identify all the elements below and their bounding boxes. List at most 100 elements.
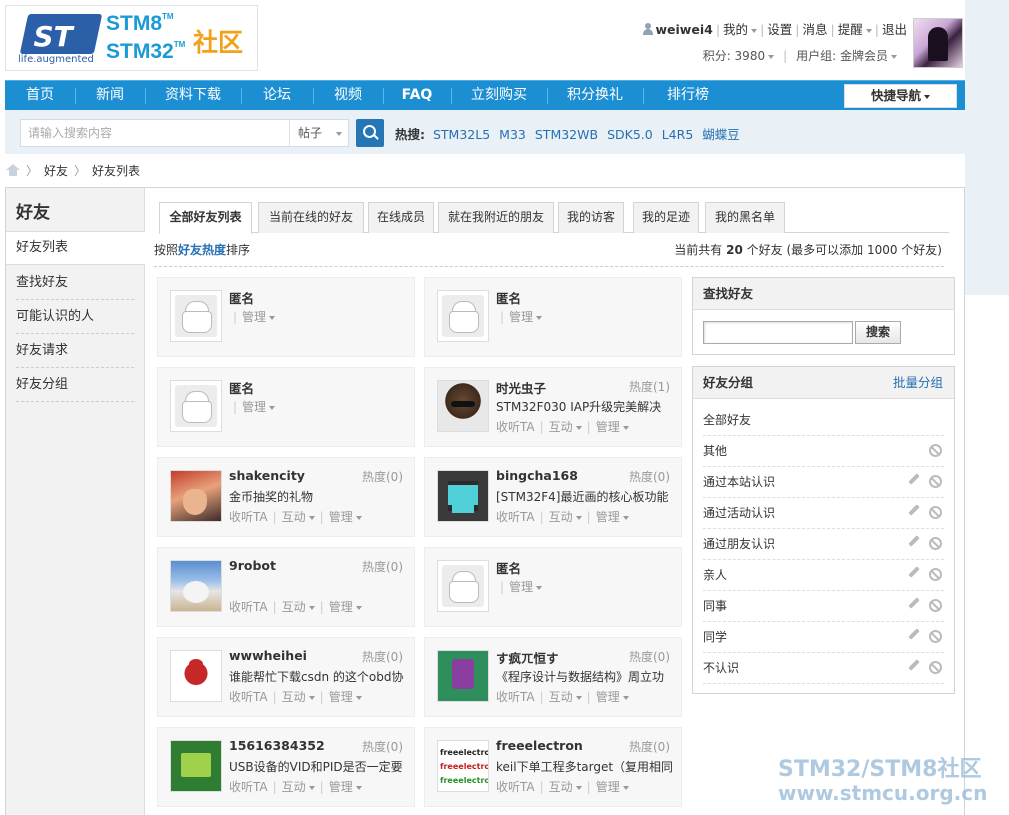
nav-downloads[interactable]: 资料下载 <box>155 81 231 111</box>
nav-faq[interactable]: FAQ <box>393 81 441 111</box>
group-item[interactable]: 亲人 <box>703 560 944 591</box>
hot-tag[interactable]: STM32L5 <box>433 127 490 142</box>
interact-menu[interactable]: 互动 <box>549 420 582 434</box>
group-item[interactable]: 同学 <box>703 622 944 653</box>
settings-link[interactable]: 设置 <box>767 22 792 37</box>
pencil-icon[interactable] <box>908 628 920 640</box>
friend-latest-post[interactable]: USB设备的VID和PID是否一定要 <box>229 758 405 775</box>
friend-name[interactable]: bingcha168 <box>496 468 578 483</box>
user-avatar[interactable] <box>913 18 963 68</box>
nav-video[interactable]: 视频 <box>323 81 373 111</box>
ban-icon[interactable] <box>929 444 942 457</box>
ban-icon[interactable] <box>929 475 942 488</box>
pencil-icon[interactable] <box>908 597 920 609</box>
hot-tag[interactable]: 蝴蝶豆 <box>702 127 740 142</box>
manage-menu[interactable]: 管理 <box>329 600 362 614</box>
friend-name[interactable]: 15616384352 <box>229 738 325 753</box>
friend-name[interactable]: freeelectron <box>496 738 583 753</box>
my-menu[interactable]: 我的 <box>723 22 758 37</box>
hot-tag[interactable]: STM32WB <box>535 127 598 142</box>
anonymous-avatar[interactable] <box>437 290 489 342</box>
quick-nav-button[interactable]: 快捷导航 <box>844 84 957 108</box>
follow-link[interactable]: 收听TA <box>229 690 268 704</box>
follow-link[interactable]: 收听TA <box>229 510 268 524</box>
points-menu[interactable]: 积分: 3980 <box>703 49 775 63</box>
interact-menu[interactable]: 互动 <box>282 690 315 704</box>
ban-icon[interactable] <box>929 661 942 674</box>
friend-name[interactable]: 匿名 <box>229 378 254 397</box>
pencil-icon[interactable] <box>908 504 920 516</box>
hot-tag[interactable]: L4R5 <box>662 127 694 142</box>
cat-avatar[interactable] <box>170 560 222 612</box>
sort-key-link[interactable]: 好友热度 <box>178 243 226 257</box>
anonymous-avatar[interactable] <box>170 380 222 432</box>
interact-menu[interactable]: 互动 <box>282 780 315 794</box>
group-item[interactable]: 通过朋友认识 <box>703 529 944 560</box>
site-logo[interactable]: ST life.augmented STM8TM STM32TM 社区 <box>5 5 258 71</box>
nav-ranking[interactable]: 排行榜 <box>653 81 723 111</box>
pencil-icon[interactable] <box>908 566 920 578</box>
group-all-friends[interactable]: 全部好友 <box>703 405 944 436</box>
tab-online-members[interactable]: 在线成员 <box>368 202 434 233</box>
friend-name[interactable]: 匿名 <box>496 558 521 577</box>
anonymous-avatar[interactable] <box>170 290 222 342</box>
username-link[interactable]: weiwei4 <box>656 22 713 37</box>
friend-name[interactable]: 时光虫子 <box>496 378 546 397</box>
manage-menu[interactable]: 管理 <box>329 510 362 524</box>
interact-menu[interactable]: 互动 <box>549 510 582 524</box>
tab-all-friends[interactable]: 全部好友列表 <box>159 202 252 234</box>
toy-avatar[interactable] <box>170 650 222 702</box>
manage-menu[interactable]: 管理 <box>329 690 362 704</box>
friend-latest-post[interactable]: keil下单工程多target（复用相同 <box>496 758 672 775</box>
group-item[interactable]: 通过本站认识 <box>703 467 944 498</box>
interact-menu[interactable]: 互动 <box>549 780 582 794</box>
hot-tag[interactable]: SDK5.0 <box>607 127 653 142</box>
sunglasses-avatar[interactable] <box>437 380 489 432</box>
group-item[interactable]: 同事 <box>703 591 944 622</box>
manage-menu[interactable]: 管理 <box>329 780 362 794</box>
nav-news[interactable]: 新闻 <box>85 81 135 111</box>
friend-latest-post[interactable]: [STM32F4]最近画的核心板功能 <box>496 488 672 505</box>
batch-group-link[interactable]: 批量分组 <box>893 367 943 398</box>
friend-latest-post[interactable]: STM32F030 IAP升级完美解决 <box>496 398 672 415</box>
sidebar-item-people-you-may-know[interactable]: 可能认识的人 <box>16 300 134 334</box>
group-item[interactable]: 通过活动认识 <box>703 498 944 529</box>
friend-name[interactable]: 9robot <box>229 558 276 573</box>
messages-link[interactable]: 消息 <box>803 22 828 37</box>
nav-points-exchange[interactable]: 积分换礼 <box>557 81 633 111</box>
manage-menu[interactable]: 管理 <box>596 690 629 704</box>
anime-avatar[interactable] <box>170 470 222 522</box>
follow-link[interactable]: 收听TA <box>496 420 535 434</box>
manage-menu[interactable]: 管理 <box>596 780 629 794</box>
interact-menu[interactable]: 互动 <box>282 600 315 614</box>
tab-nearby-friends[interactable]: 就在我附近的朋友 <box>438 202 554 233</box>
friend-latest-post[interactable]: 《程序设计与数据结构》周立功 <box>496 668 672 685</box>
manage-menu[interactable]: 管理 <box>596 420 629 434</box>
manage-menu[interactable]: 管理 <box>596 510 629 524</box>
sidebar-item-find-friends[interactable]: 查找好友 <box>16 266 134 300</box>
breadcrumb-friends[interactable]: 好友 <box>44 164 68 178</box>
anonymous-avatar[interactable] <box>437 560 489 612</box>
friend-name[interactable]: す疯ㄫ恒す <box>496 648 559 667</box>
hot-tag[interactable]: M33 <box>499 127 526 142</box>
sidebar-item-friend-groups[interactable]: 好友分组 <box>16 368 134 402</box>
robot-avatar[interactable] <box>437 470 489 522</box>
usergroup-menu[interactable]: 用户组: 金牌会员 <box>796 49 897 63</box>
search-type-select[interactable]: 帖子 <box>289 119 349 147</box>
tab-online-friends[interactable]: 当前在线的好友 <box>258 202 364 233</box>
logout-link[interactable]: 退出 <box>882 22 907 37</box>
follow-link[interactable]: 收听TA <box>229 600 268 614</box>
ban-icon[interactable] <box>929 537 942 550</box>
breadcrumb-friend-list[interactable]: 好友列表 <box>92 164 140 178</box>
search-input[interactable]: 请输入搜索内容 <box>20 119 290 147</box>
friend-name[interactable]: 匿名 <box>229 288 254 307</box>
nav-buy[interactable]: 立刻购买 <box>461 81 537 111</box>
pixel-avatar[interactable] <box>437 650 489 702</box>
pencil-icon[interactable] <box>908 659 920 671</box>
group-item[interactable]: 不认识 <box>703 653 944 684</box>
ban-icon[interactable] <box>929 506 942 519</box>
interact-menu[interactable]: 互动 <box>282 510 315 524</box>
manage-menu[interactable]: 管理 <box>509 580 543 594</box>
freeelectron-avatar[interactable]: freeelectronfreeelectronfreeelectron <box>437 740 489 792</box>
friend-latest-post[interactable]: 谁能帮忙下载csdn 的这个obd协 <box>229 668 405 685</box>
